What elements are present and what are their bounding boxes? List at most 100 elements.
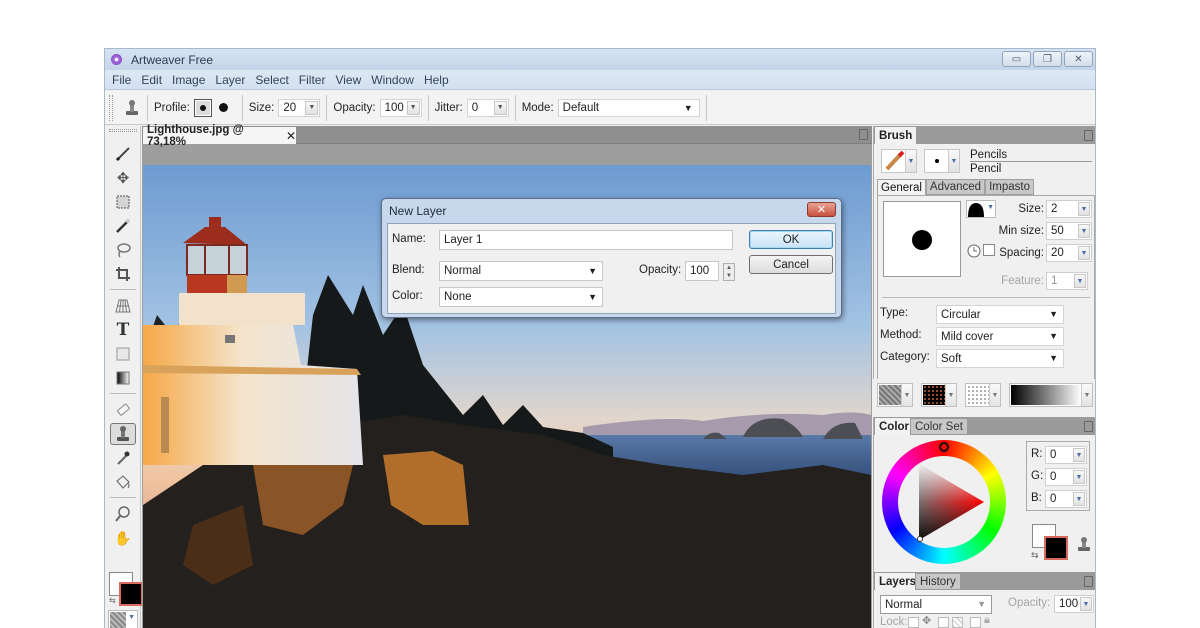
- menu-file[interactable]: File: [107, 73, 136, 87]
- spacing-combo[interactable]: 20 ▼: [1046, 244, 1092, 262]
- feature-combo[interactable]: 1 ▼: [1046, 272, 1088, 290]
- chevron-down-icon[interactable]: ▼: [406, 100, 420, 115]
- jitter-combo[interactable]: 0 ▼: [466, 98, 509, 117]
- clock-icon[interactable]: [967, 244, 981, 258]
- chevron-down-icon[interactable]: ▼: [1080, 597, 1092, 611]
- type-select[interactable]: Circular ▼: [936, 305, 1064, 324]
- chevron-down-icon[interactable]: ▼: [1078, 202, 1090, 216]
- tool-eraser[interactable]: [110, 399, 136, 421]
- chevron-down-icon[interactable]: ▼: [1081, 384, 1092, 406]
- tab-advanced[interactable]: Advanced: [925, 179, 986, 195]
- paper-selector[interactable]: ▼: [877, 383, 913, 407]
- brush-category-selector[interactable]: ▼: [881, 149, 917, 173]
- menu-help[interactable]: Help: [419, 73, 454, 87]
- chevron-down-icon[interactable]: ▼: [1078, 224, 1090, 238]
- toolbox-grip[interactable]: [109, 129, 137, 132]
- tool-zoom[interactable]: [110, 503, 136, 525]
- profile-hard-button[interactable]: [215, 99, 233, 117]
- tool-eyedropper[interactable]: [110, 447, 136, 469]
- pin-icon[interactable]: [859, 129, 868, 140]
- tool-paint-bucket[interactable]: [110, 471, 136, 493]
- chevron-down-icon[interactable]: ▼: [1073, 492, 1085, 506]
- close-window-button[interactable]: ✕: [1064, 51, 1093, 67]
- tool-lasso[interactable]: [110, 239, 136, 261]
- menu-view[interactable]: View: [330, 73, 366, 87]
- tool-crop[interactable]: [110, 263, 136, 285]
- g-combo[interactable]: 0 ▼: [1045, 468, 1087, 486]
- tab-color-set[interactable]: Color Set: [910, 418, 968, 435]
- color-wheel[interactable]: [882, 440, 1006, 564]
- lock-transparency-checkbox[interactable]: [938, 617, 949, 628]
- toolbar-grip[interactable]: [109, 94, 113, 121]
- opacity-input[interactable]: 100 ▲ ▼: [685, 261, 735, 281]
- r-combo[interactable]: 0 ▼: [1045, 446, 1087, 464]
- tab-impasto[interactable]: Impasto: [985, 179, 1034, 195]
- chevron-down-icon[interactable]: ▼: [989, 384, 1000, 406]
- minimize-button[interactable]: ▭: [1002, 51, 1031, 67]
- tab-brush[interactable]: Brush: [875, 127, 917, 144]
- tool-clone-stamp[interactable]: [110, 423, 136, 445]
- swap-colors-icon[interactable]: ⇆: [1031, 550, 1039, 561]
- tool-rect-select[interactable]: [110, 191, 136, 213]
- color-select[interactable]: None ▼: [439, 287, 603, 307]
- chevron-down-icon[interactable]: ▼: [901, 384, 912, 406]
- menu-filter[interactable]: Filter: [294, 73, 331, 87]
- tool-magic-wand[interactable]: [110, 215, 136, 237]
- category-select[interactable]: Soft ▼: [936, 349, 1064, 368]
- pin-icon[interactable]: [1084, 130, 1093, 141]
- color-marker[interactable]: [917, 536, 923, 542]
- opacity-combo[interactable]: 100 ▼: [379, 98, 422, 117]
- mode-select[interactable]: Default ▼: [557, 98, 700, 117]
- color-triangle[interactable]: [882, 440, 1006, 564]
- cancel-button[interactable]: Cancel: [749, 255, 833, 274]
- chevron-down-icon[interactable]: ▼: [948, 150, 959, 172]
- min-size-combo[interactable]: 50 ▼: [1046, 222, 1092, 240]
- menu-layer[interactable]: Layer: [210, 73, 250, 87]
- tool-shape[interactable]: [110, 343, 136, 365]
- chevron-down-icon[interactable]: ▼: [945, 384, 956, 406]
- tab-color[interactable]: Color: [875, 418, 914, 435]
- dialog-close-button[interactable]: ✕: [807, 202, 836, 217]
- menu-window[interactable]: Window: [366, 73, 419, 87]
- chevron-down-icon[interactable]: ▼: [1078, 246, 1090, 260]
- profile-soft-button[interactable]: [193, 98, 212, 117]
- close-tab-icon[interactable]: ✕: [286, 129, 296, 143]
- method-select[interactable]: Mild cover ▼: [936, 327, 1064, 346]
- layer-name-input[interactable]: Layer 1: [439, 230, 733, 250]
- swap-colors-icon[interactable]: ⇆: [109, 596, 116, 605]
- chevron-down-icon[interactable]: ▼: [305, 100, 319, 115]
- chevron-down-icon[interactable]: ▼: [1073, 470, 1085, 484]
- tab-history[interactable]: History: [915, 573, 961, 590]
- size-combo[interactable]: 20 ▼: [278, 98, 321, 117]
- tool-gradient[interactable]: [110, 367, 136, 389]
- opacity-spinner[interactable]: ▲ ▼: [723, 263, 735, 281]
- tab-layers[interactable]: Layers: [875, 573, 921, 590]
- pin-icon[interactable]: [1084, 421, 1093, 432]
- lock-all-checkbox[interactable]: [970, 617, 981, 628]
- menu-image[interactable]: Image: [167, 73, 210, 87]
- brush-variant-selector[interactable]: ▼: [924, 149, 960, 173]
- hue-marker[interactable]: [939, 442, 949, 452]
- tab-lighthouse[interactable]: Lighthouse.jpg @ 73,18% ✕: [143, 124, 296, 148]
- spin-up-icon[interactable]: ▲: [726, 265, 732, 271]
- brush-shape-selector[interactable]: ▼: [966, 200, 996, 218]
- stamp-icon[interactable]: [1076, 536, 1092, 552]
- lock-position-checkbox[interactable]: [908, 617, 919, 628]
- foreground-color-swatch[interactable]: [119, 582, 143, 606]
- chevron-down-icon[interactable]: ▼: [1073, 448, 1085, 462]
- tool-text[interactable]: T: [110, 319, 136, 341]
- blend-select[interactable]: Normal ▼: [439, 261, 603, 281]
- b-combo[interactable]: 0 ▼: [1045, 490, 1087, 508]
- tool-brush[interactable]: [110, 143, 136, 165]
- paper-texture-selector[interactable]: ▼: [108, 610, 138, 628]
- layer-blend-select[interactable]: Normal ▼: [880, 595, 992, 614]
- pin-icon[interactable]: [1084, 576, 1093, 587]
- tool-move[interactable]: ✥: [110, 167, 136, 189]
- panel-foreground-swatch[interactable]: [1044, 536, 1068, 560]
- ok-button[interactable]: OK: [749, 230, 833, 249]
- restore-button[interactable]: ❐: [1033, 51, 1062, 67]
- brush-size-combo[interactable]: 2 ▼: [1046, 200, 1092, 218]
- tab-general[interactable]: General: [877, 179, 926, 195]
- spin-down-icon[interactable]: ▼: [726, 273, 732, 279]
- chevron-down-icon[interactable]: ▼: [905, 150, 916, 172]
